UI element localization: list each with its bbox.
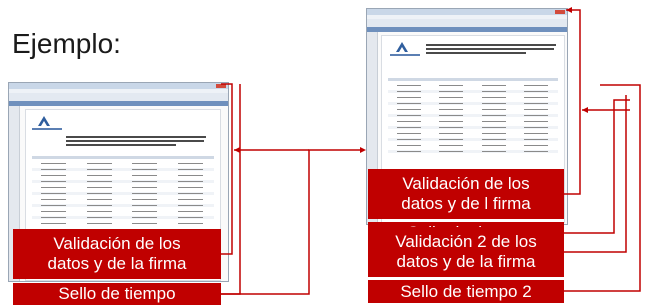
right-validation2-bracket xyxy=(564,95,627,253)
arrowhead-right-ts2 xyxy=(566,7,572,13)
cross-arrow xyxy=(221,149,360,295)
arrowhead-right-doc xyxy=(582,107,588,113)
right-validation-bracket xyxy=(564,9,581,195)
left-validation-bracket xyxy=(221,83,233,255)
arrowhead-cross xyxy=(360,147,366,153)
right-timestamp-bracket xyxy=(564,99,630,234)
right-timestamp2-line xyxy=(564,84,641,292)
left-timestamp-bracket xyxy=(221,84,241,295)
connector-lines xyxy=(221,7,641,295)
arrowhead-left-doc xyxy=(234,147,240,153)
